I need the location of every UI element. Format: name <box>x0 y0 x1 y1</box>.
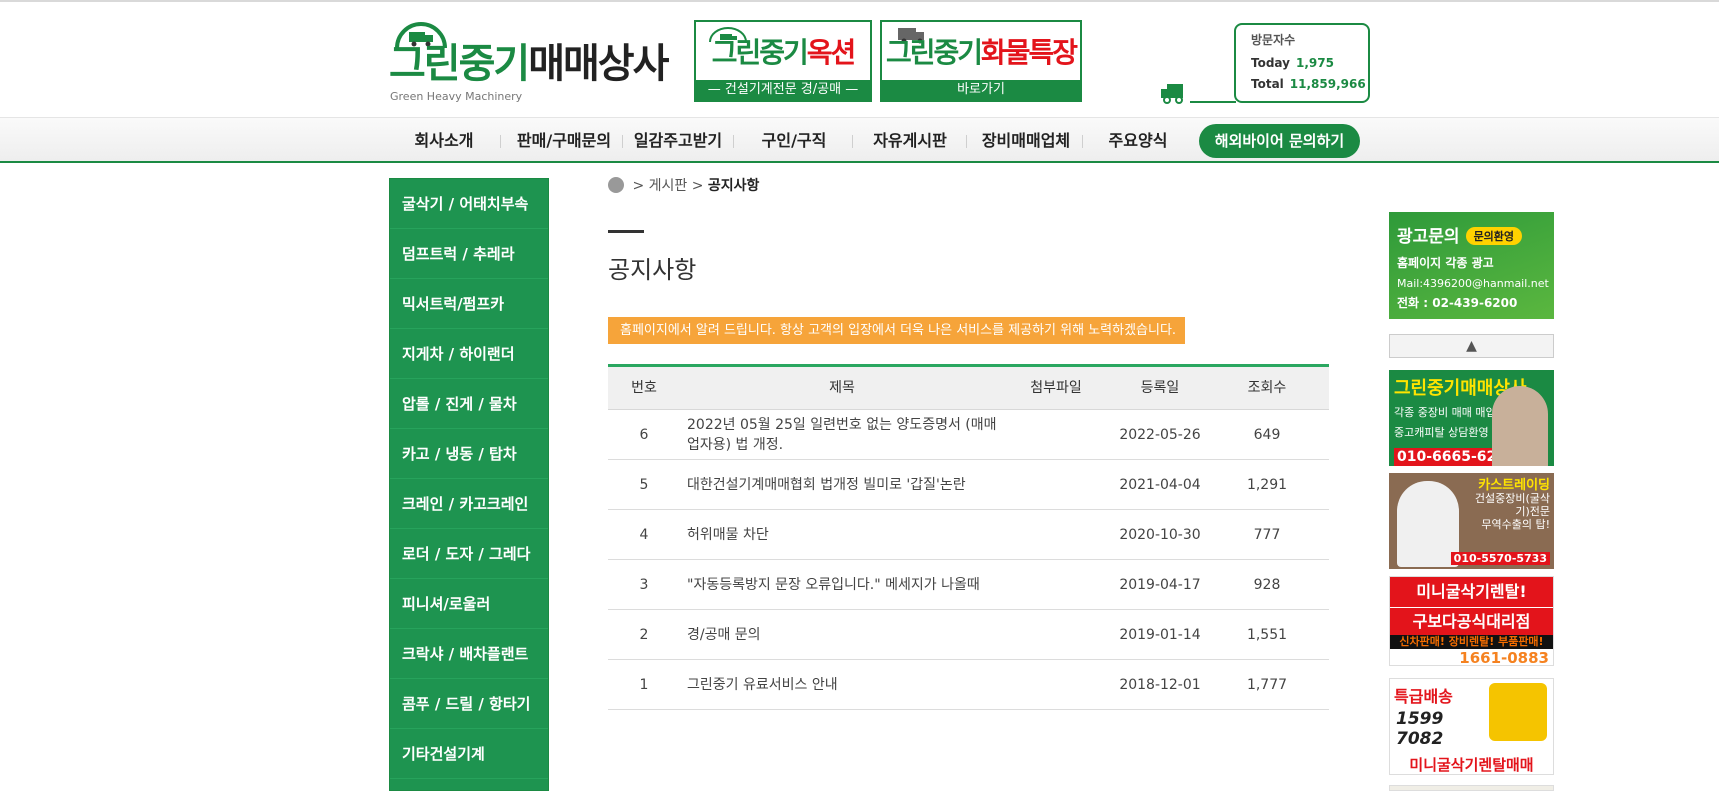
header-file: 첨부파일 <box>1030 380 1082 396</box>
auction-banner-sub: — 건설기계전문 경/공매 — <box>696 80 870 100</box>
nav-item-dealers[interactable]: 장비매매업체 <box>974 126 1078 156</box>
table-row[interactable]: 5 대한건설기계매매협회 법개정 빌미로 '갑질'논란 2021-04-04 1… <box>608 460 1329 510</box>
nav-item-jobs-exchange[interactable]: 일감주고받기 <box>628 126 728 156</box>
header-hits: 조회수 <box>1247 380 1287 396</box>
main-nav: 회사소개 판매/구매문의 일감주고받기 구인/구직 자유게시판 장비매매업체 주… <box>0 117 1719 163</box>
cargo-banner[interactable]: 그린중기화물특장 바로가기 <box>880 20 1082 102</box>
table-row[interactable]: 3 "자동등록방지 문장 오류입니다." 메세지가 나올때 2019-04-17… <box>608 560 1329 610</box>
visitor-today: Today 1,975 <box>1251 56 1334 70</box>
ad-inquiry-banner[interactable]: 광고문의 문의환영 홈페이지 각종 광고 Mail:4396200@hanmail… <box>1389 212 1554 319</box>
home-icon[interactable] <box>608 177 624 193</box>
breadcrumb: > 게시판 > 공지사항 <box>608 175 759 195</box>
visitor-counter: 방문자수 Today 1,975 Total 11,859,966 <box>1234 23 1370 103</box>
cargo-banner-title: 그린중기화물특장 <box>885 36 1078 69</box>
breadcrumb-board[interactable]: 게시판 <box>649 178 688 194</box>
sidebar-item-loader[interactable]: 로더 / 도자 / 그레다 <box>390 529 548 579</box>
header-num: 번호 <box>631 380 657 396</box>
nav-item-sales[interactable]: 판매/구매문의 <box>508 126 620 156</box>
visitor-total: Total 11,859,966 <box>1251 77 1366 91</box>
excavator-image <box>1489 683 1547 741</box>
auction-banner-title: 그린중기옥션 <box>711 36 857 69</box>
table-header: 번호 제목 첨부파일 등록일 조회수 <box>608 367 1329 410</box>
nav-item-company[interactable]: 회사소개 <box>400 126 488 156</box>
table-row[interactable]: 2 경/공매 문의 2019-01-14 1,551 <box>608 610 1329 660</box>
sidebar-item-mixer[interactable]: 믹서트럭/펌프카 <box>390 279 548 329</box>
nav-separator <box>852 135 853 148</box>
nav-item-forms[interactable]: 주요양식 <box>1090 126 1186 156</box>
top-border <box>0 0 1719 4</box>
header-title: 제목 <box>829 380 855 396</box>
page-title: 공지사항 <box>608 256 697 284</box>
table-row[interactable]: 6 2022년 05월 25일 일련번호 없는 양도증명서 (매매업자용) 법 … <box>608 410 1329 460</box>
sidebar-item-other[interactable]: 기타건설기계 <box>390 729 548 779</box>
ad-pill: 문의환영 <box>1465 227 1523 245</box>
auction-banner[interactable]: 그린중기옥션 — 건설기계전문 경/공매 — <box>694 20 872 102</box>
breadcrumb-current: 공지사항 <box>707 178 760 194</box>
sidebar-item-crusher[interactable]: 크락샤 / 배차플랜트 <box>390 629 548 679</box>
site-logo[interactable]: 그린중기매매상사 Green Heavy Machinery <box>389 18 669 108</box>
scroll-up-button[interactable]: ▲ <box>1389 334 1554 358</box>
post-title-link[interactable]: "자동등록방지 문장 오류입니다." 메세지가 나올때 <box>687 560 997 610</box>
ad-green-dealer[interactable]: 그린중기매매상사 각종 중장비 매매 매입 중고캐피탈 상담환영 010-666… <box>1389 370 1554 466</box>
logo-title: 그린중기매매상사 <box>389 41 669 87</box>
nav-item-free-board[interactable]: 자유게시판 <box>860 126 960 156</box>
sidebar-item-compressor[interactable]: 콤푸 / 드릴 / 항타기 <box>390 679 548 729</box>
table-row[interactable]: 4 허위매물 차단 2020-10-30 777 <box>608 510 1329 560</box>
notice-banner: 홈페이지에서 알려 드립니다. 항상 고객의 입장에서 더욱 나은 서비스를 제… <box>608 317 1185 344</box>
nav-separator <box>966 135 967 148</box>
ad-mini-excavator-rental[interactable]: 미니굴삭기렌탈! 구보다공식대리점 신차판매! 장비렌탈! 부품판매! 1661… <box>1389 576 1554 666</box>
nav-item-recruit[interactable]: 구인/구직 <box>744 126 844 156</box>
overseas-buyer-button[interactable]: 해외바이어 문의하기 <box>1199 124 1360 158</box>
sidebar-item-roll[interactable]: 압롤 / 진게 / 물차 <box>390 379 548 429</box>
cargo-banner-sub: 바로가기 <box>882 80 1080 100</box>
sidebar-item-finisher[interactable]: 피니셔/로울러 <box>390 579 548 629</box>
visitor-title: 방문자수 <box>1251 33 1296 47</box>
table-row[interactable]: 1 그린중기 유료서비스 안내 2018-12-01 1,777 <box>608 660 1329 710</box>
logo-subtitle: Green Heavy Machinery <box>390 90 523 103</box>
post-title-link[interactable]: 허위매물 차단 <box>687 510 997 560</box>
sidebar-item-forklift[interactable]: 지게차 / 하이랜더 <box>390 329 548 379</box>
nav-separator <box>733 135 734 148</box>
post-title-link[interactable]: 경/공매 문의 <box>687 610 997 660</box>
nav-separator <box>500 135 501 148</box>
post-title-link[interactable]: 대한건설기계매매협회 법개정 빌미로 '갑질'논란 <box>687 460 997 510</box>
divider <box>1190 101 1236 103</box>
category-sidebar: 굴삭기 / 어태치부속 덤프트럭 / 추레라 믹서트럭/펌프카 지게차 / 하이… <box>389 178 549 791</box>
sidebar-item-dump-truck[interactable]: 덤프트럭 / 추레라 <box>390 229 548 279</box>
sidebar-item-cargo[interactable]: 카고 / 냉동 / 탑차 <box>390 429 548 479</box>
ad-cas-trading[interactable]: 카스트레이딩 건설중장비(굴삭기)전문 무역수출의 탑! 010-5570-57… <box>1389 473 1554 569</box>
post-title-link[interactable]: 2022년 05월 25일 일련번호 없는 양도증명서 (매매업자용) 법 개정… <box>687 410 997 460</box>
notice-table: 번호 제목 첨부파일 등록일 조회수 6 2022년 05월 25일 일련번호 … <box>608 364 1329 710</box>
ad-express-delivery[interactable]: 특급배송 1599 7082 미니굴삭기렌탈매매 <box>1389 678 1554 775</box>
nav-separator <box>1082 135 1083 148</box>
ad-partial[interactable] <box>1389 785 1554 791</box>
header-date: 등록일 <box>1140 380 1180 396</box>
nav-separator <box>622 135 623 148</box>
sidebar-item-excavator[interactable]: 굴삭기 / 어태치부속 <box>390 179 548 229</box>
person-photo <box>1492 386 1548 466</box>
sidebar-item-crane[interactable]: 크레인 / 카고크레인 <box>390 479 548 529</box>
post-title-link[interactable]: 그린중기 유료서비스 안내 <box>687 660 997 710</box>
title-accent <box>608 230 644 233</box>
